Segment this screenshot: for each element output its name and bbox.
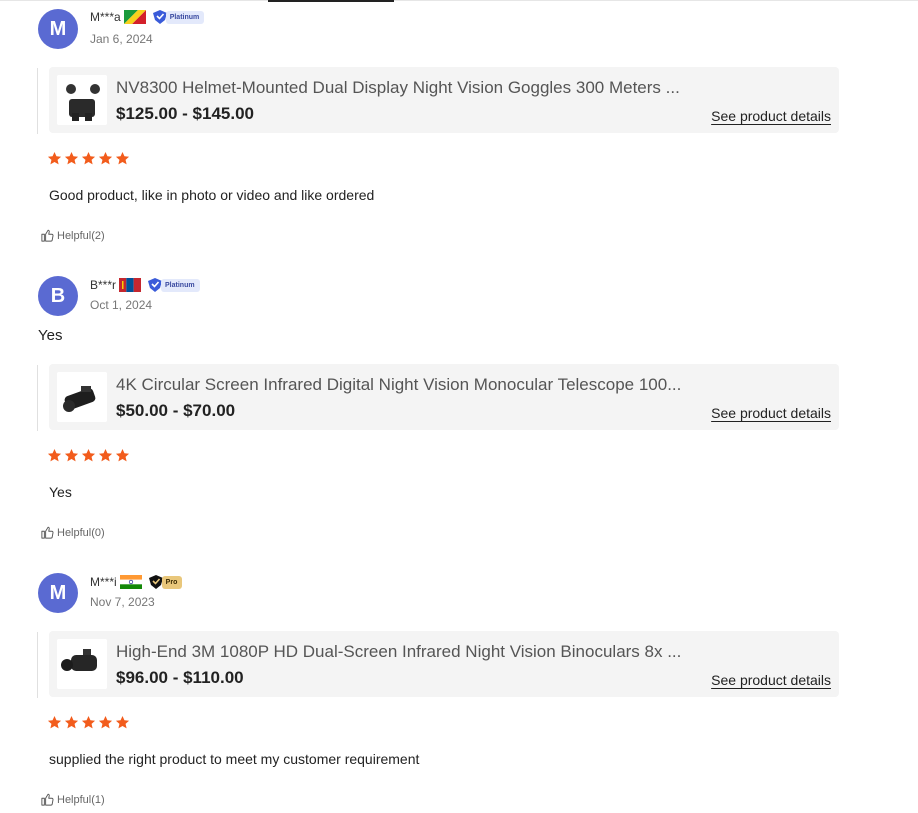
tab-underline-bar <box>0 0 918 2</box>
star-icon <box>98 151 113 165</box>
product-thumbnail[interactable] <box>57 372 107 422</box>
reviewer-info: B***r Platinum <box>90 278 200 292</box>
username: B***r <box>90 278 117 292</box>
star-icon <box>81 151 96 165</box>
thumbs-up-icon <box>41 526 54 539</box>
star-icon <box>64 448 79 462</box>
username: M***i <box>90 575 117 589</box>
product-price: $125.00 - $145.00 <box>116 104 255 123</box>
helpful-button[interactable]: Helpful(2) <box>40 228 105 243</box>
see-product-details-link[interactable]: See product details <box>711 108 831 124</box>
review-comment: Yes <box>49 484 72 500</box>
star-icon <box>81 448 96 462</box>
review-date: Nov 7, 2023 <box>90 595 155 609</box>
star-icon <box>98 715 113 729</box>
review-comment: Good product, like in photo or video and… <box>49 187 375 203</box>
star-icon <box>115 448 130 462</box>
product-price: $96.00 - $110.00 <box>116 668 244 687</box>
helpful-count: Helpful(1) <box>57 793 105 806</box>
mongolia-flag-icon <box>119 278 142 292</box>
star-rating <box>47 715 130 730</box>
product-thumbnail[interactable] <box>57 75 107 125</box>
product-title[interactable]: 4K Circular Screen Infrared Digital Nigh… <box>116 375 681 395</box>
platinum-badge: Platinum <box>152 10 205 24</box>
product-price: $50.00 - $70.00 <box>116 401 236 420</box>
product-card[interactable]: 4K Circular Screen Infrared Digital Nigh… <box>49 364 839 430</box>
reviewer-info: M***i Pro <box>90 575 183 589</box>
see-product-details-link[interactable]: See product details <box>711 405 831 421</box>
congo-flag-icon <box>123 10 146 24</box>
helpful-button[interactable]: Helpful(1) <box>40 792 105 807</box>
badge-label: Platinum <box>165 10 205 24</box>
star-icon <box>115 715 130 729</box>
see-product-details-link[interactable]: See product details <box>711 672 831 688</box>
star-icon <box>47 151 62 165</box>
review-headline: Yes <box>38 327 63 344</box>
star-icon <box>64 715 79 729</box>
helpful-count: Helpful(0) <box>57 526 105 539</box>
pro-badge: Pro <box>148 575 183 589</box>
divider <box>37 68 38 134</box>
star-icon <box>64 151 79 165</box>
helpful-button[interactable]: Helpful(0) <box>40 525 105 540</box>
star-rating <box>47 448 130 463</box>
product-thumbnail[interactable] <box>57 639 107 689</box>
product-title[interactable]: High-End 3M 1080P HD Dual-Screen Infrare… <box>116 642 681 662</box>
product-card[interactable]: NV8300 Helmet-Mounted Dual Display Night… <box>49 67 839 133</box>
active-tab-indicator <box>268 0 394 2</box>
star-icon <box>98 448 113 462</box>
avatar: M <box>38 573 78 613</box>
thumbs-up-icon <box>41 229 54 242</box>
badge-label: Pro <box>161 575 183 589</box>
india-flag-icon <box>119 575 142 589</box>
star-rating <box>47 151 130 166</box>
product-title[interactable]: NV8300 Helmet-Mounted Dual Display Night… <box>116 78 680 98</box>
review-date: Oct 1, 2024 <box>90 298 153 312</box>
helpful-count: Helpful(2) <box>57 229 105 242</box>
avatar: B <box>38 276 78 316</box>
username: M***a <box>90 10 121 24</box>
review-comment: supplied the right product to meet my cu… <box>49 751 420 767</box>
badge-label: Platinum <box>161 278 200 292</box>
thumbs-up-icon <box>41 793 54 806</box>
star-icon <box>115 151 130 165</box>
reviewer-info: M***a Platinum <box>90 10 205 24</box>
review-date: Jan 6, 2024 <box>90 32 153 46</box>
star-icon <box>47 448 62 462</box>
divider <box>37 365 38 431</box>
product-card[interactable]: High-End 3M 1080P HD Dual-Screen Infrare… <box>49 631 839 697</box>
avatar: M <box>38 9 78 49</box>
divider <box>37 632 38 698</box>
platinum-badge: Platinum <box>147 278 200 292</box>
star-icon <box>47 715 62 729</box>
star-icon <box>81 715 96 729</box>
